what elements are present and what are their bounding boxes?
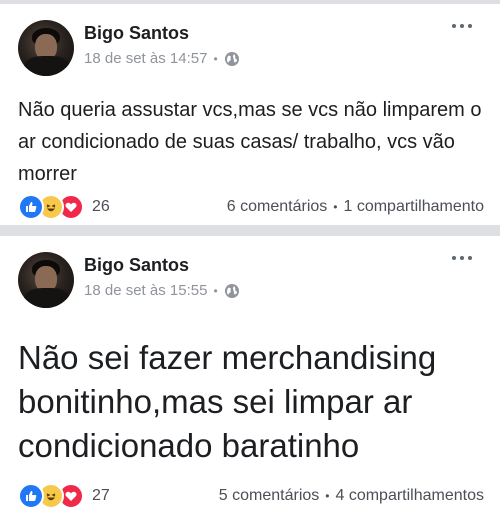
meta-separator: •	[213, 51, 218, 66]
reaction-count: 26	[92, 198, 110, 215]
globe-icon	[224, 51, 240, 67]
post-stats: 6 comentários • 1 compartilhamento	[227, 198, 484, 216]
author-name[interactable]: Bigo Santos	[84, 23, 189, 44]
like-icon	[18, 194, 44, 220]
author-name[interactable]: Bigo Santos	[84, 255, 189, 276]
post-card: Bigo Santos 18 de set às 14:57 • Não que…	[0, 4, 500, 225]
post-footer: 26 6 comentários • 1 compartilhamento	[18, 194, 484, 220]
reactions-summary[interactable]: 27	[18, 483, 110, 509]
reactions-summary[interactable]: 26	[18, 194, 110, 220]
comments-link[interactable]: 5 comentários	[219, 487, 320, 505]
post-meta: 18 de set às 14:57 •	[84, 50, 240, 67]
meta-separator: •	[213, 283, 218, 298]
post-timestamp[interactable]: 18 de set às 15:55	[84, 282, 207, 299]
shares-link[interactable]: 1 compartilhamento	[343, 198, 484, 216]
stats-separator: •	[325, 489, 330, 503]
stats-separator: •	[333, 200, 338, 214]
post-footer: 27 5 comentários • 4 compartilhamentos	[18, 483, 484, 509]
post-stats: 5 comentários • 4 compartilhamentos	[219, 487, 484, 505]
more-options-button[interactable]	[452, 256, 472, 260]
more-options-button[interactable]	[452, 24, 472, 28]
globe-icon	[224, 283, 240, 299]
reaction-count: 27	[92, 487, 110, 504]
post-timestamp[interactable]: 18 de set às 14:57	[84, 50, 207, 67]
shares-link[interactable]: 4 compartilhamentos	[335, 487, 484, 505]
comments-link[interactable]: 6 comentários	[227, 198, 328, 216]
avatar[interactable]	[18, 20, 74, 76]
avatar[interactable]	[18, 252, 74, 308]
post-meta: 18 de set às 15:55 •	[84, 282, 240, 299]
like-icon	[18, 483, 44, 509]
post-text: Não queria assustar vcs,mas se vcs não l…	[18, 99, 482, 185]
post-card: Bigo Santos 18 de set às 15:55 • Não sei…	[0, 236, 500, 526]
post-text: Não sei fazer merchandising bonitinho,ma…	[18, 339, 437, 464]
